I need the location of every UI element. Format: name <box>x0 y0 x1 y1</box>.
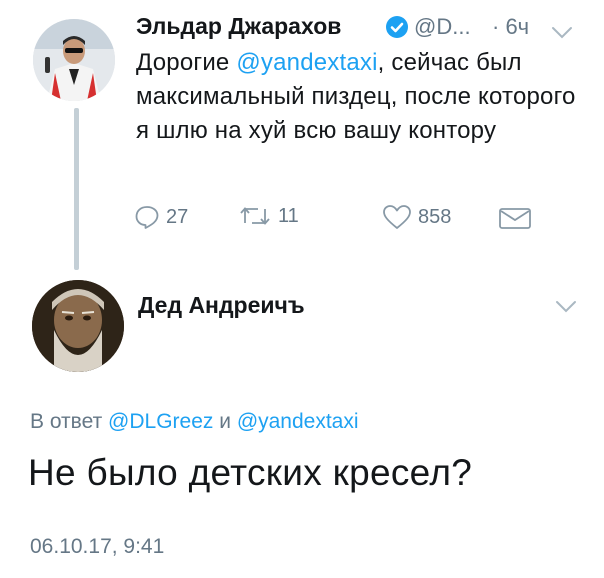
author-handle[interactable]: @D... <box>414 14 471 40</box>
like-count: 858 <box>418 205 452 228</box>
reply-prefix: В ответ <box>30 410 109 433</box>
author-avatar[interactable] <box>33 19 115 101</box>
retweet-icon <box>240 207 270 225</box>
author-name[interactable]: Эльдар Джарахов <box>136 13 341 40</box>
chevron-down-icon[interactable] <box>551 26 573 40</box>
reply-joiner: и <box>213 410 237 433</box>
thread-connector-line <box>74 108 79 270</box>
mention-link[interactable]: @DLGreez <box>108 410 213 433</box>
reply-count: 27 <box>166 205 189 228</box>
reply-author-name[interactable]: Дед Андреичъ <box>138 292 305 319</box>
reply-author-avatar[interactable] <box>32 280 124 372</box>
avatar-photo-icon <box>33 19 115 101</box>
reply-context: В ответ @DLGreez и @yandextaxi <box>30 410 359 434</box>
reply-button[interactable]: 27 <box>134 204 188 230</box>
chevron-down-icon[interactable] <box>555 300 577 314</box>
heart-icon <box>383 205 411 229</box>
verified-badge-icon <box>386 16 408 38</box>
reply-icon <box>135 206 159 229</box>
envelope-icon <box>499 208 531 229</box>
tweet-time[interactable]: · 6ч <box>492 14 529 40</box>
tweet-text: Дорогие @yandextaxi, сейчас был максимал… <box>136 46 586 148</box>
direct-message-button[interactable] <box>498 206 538 230</box>
tweet-text-start: Дорогие <box>136 49 237 76</box>
reply-text: Не было детских кресел? <box>28 452 473 493</box>
reply-timestamp[interactable]: 06.10.17, 9:41 <box>30 535 164 559</box>
retweet-count: 11 <box>278 204 299 227</box>
mention-link[interactable]: @yandextaxi <box>237 410 359 433</box>
retweet-button[interactable]: 11 <box>238 204 299 228</box>
avatar-photo-icon <box>32 280 124 372</box>
mention-link[interactable]: @yandextaxi <box>236 49 377 76</box>
like-button[interactable]: 858 <box>382 204 451 230</box>
